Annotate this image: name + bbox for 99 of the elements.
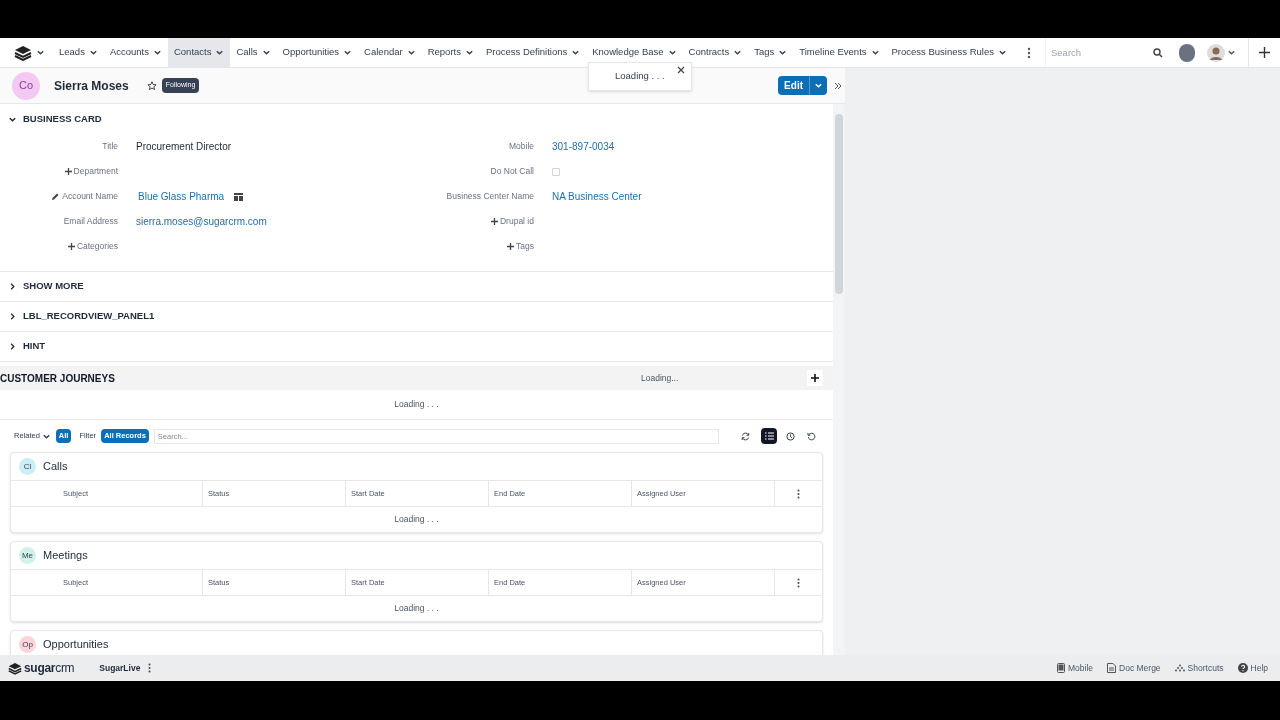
field-value: Procurement Director bbox=[136, 140, 232, 154]
module-badge: Op bbox=[19, 636, 36, 653]
caret-icon bbox=[464, 48, 474, 57]
module-badge: Cl bbox=[19, 458, 36, 475]
section-title: CUSTOMER JOURNEYS bbox=[0, 371, 115, 386]
subpanel-title: Meetings bbox=[43, 548, 88, 564]
caret-icon bbox=[733, 48, 743, 57]
caret-icon bbox=[406, 48, 416, 57]
caret-icon bbox=[8, 342, 17, 351]
document-icon bbox=[1107, 663, 1117, 673]
caret-icon bbox=[667, 48, 677, 57]
caret-icon bbox=[261, 48, 271, 57]
section-header[interactable]: LBL_RECORDVIEW_PANEL1 bbox=[0, 302, 833, 332]
add-field-button[interactable]: Drupal id bbox=[490, 215, 534, 228]
add-field-button[interactable]: Department bbox=[64, 165, 118, 178]
caret-icon bbox=[997, 48, 1007, 57]
plus-icon bbox=[67, 243, 75, 251]
user-menu-button[interactable] bbox=[1206, 43, 1236, 62]
loading-text: Loading . . . bbox=[394, 513, 439, 526]
caret-icon bbox=[571, 48, 581, 57]
phone-icon bbox=[1057, 663, 1065, 673]
dots-icon bbox=[1174, 664, 1185, 672]
plus-icon bbox=[490, 218, 498, 226]
nav-tab[interactable]: Leads bbox=[53, 38, 104, 67]
caret-icon bbox=[8, 312, 17, 321]
search-icon bbox=[1152, 47, 1163, 58]
checkbox[interactable] bbox=[552, 167, 560, 176]
field-link[interactable]: NA Business Center bbox=[552, 189, 642, 204]
record-avatar: Co bbox=[12, 71, 40, 100]
plus-icon bbox=[64, 168, 72, 176]
search-field[interactable]: Search bbox=[1051, 42, 1153, 63]
add-field-button[interactable]: Categories bbox=[67, 240, 118, 253]
brand-name: sugarcrm bbox=[24, 660, 75, 677]
card-icon bbox=[234, 192, 244, 201]
status-avatar[interactable] bbox=[1178, 43, 1195, 62]
nav-tab[interactable]: Calendar bbox=[358, 38, 422, 67]
avatar-icon bbox=[1206, 43, 1225, 62]
scrollbar[interactable] bbox=[833, 104, 845, 655]
footer-link[interactable]: Shortcuts bbox=[1174, 661, 1224, 675]
add-icon[interactable] bbox=[807, 370, 823, 386]
caret-icon bbox=[215, 48, 225, 57]
nav-tab[interactable]: Opportunities bbox=[276, 38, 359, 67]
record-name: Sierra Moses bbox=[54, 77, 129, 95]
caret-icon bbox=[8, 282, 17, 291]
section-header[interactable]: SHOW MORE bbox=[0, 272, 833, 302]
loading-text: Loading... bbox=[641, 371, 679, 385]
caret-icon bbox=[814, 81, 823, 90]
nav-tab[interactable]: Contracts bbox=[682, 38, 749, 67]
nav-tab[interactable]: Contacts bbox=[167, 38, 231, 67]
caret-icon bbox=[870, 48, 880, 57]
field-label: Business Center Name bbox=[446, 190, 534, 203]
plus-icon bbox=[507, 243, 515, 251]
section-header[interactable]: HINT bbox=[0, 332, 833, 362]
field-label: Do Not Call bbox=[490, 165, 534, 178]
nav-tab[interactable]: Knowledge Base bbox=[586, 38, 683, 67]
caret-icon bbox=[152, 48, 162, 57]
edit-button[interactable]: Edit bbox=[778, 76, 827, 95]
more-icon[interactable] bbox=[797, 577, 800, 588]
collapse-icon[interactable] bbox=[834, 82, 842, 90]
nav-tab[interactable]: Process Definitions bbox=[479, 38, 587, 67]
nav-tab[interactable]: Accounts bbox=[103, 38, 168, 67]
list-view-icon[interactable] bbox=[761, 428, 777, 444]
star-icon[interactable] bbox=[146, 80, 157, 91]
footer-link[interactable]: Help bbox=[1237, 661, 1268, 675]
logo-icon bbox=[14, 44, 32, 61]
caret-icon bbox=[343, 48, 353, 57]
add-field-button[interactable]: Tags bbox=[507, 240, 534, 253]
caret-icon bbox=[36, 48, 45, 57]
field-link[interactable]: sierra.moses@sugarcrm.com bbox=[136, 214, 267, 229]
logo-icon bbox=[8, 661, 22, 675]
field-link[interactable]: 301-897-0034 bbox=[552, 139, 615, 154]
sugarlive-button[interactable]: SugarLive bbox=[99, 661, 141, 675]
footer-link[interactable]: Mobile bbox=[1057, 661, 1094, 675]
refresh-icon[interactable] bbox=[741, 431, 750, 441]
toast-text: Loading . . . bbox=[615, 69, 665, 84]
field-link[interactable]: Blue Glass Pharma bbox=[138, 189, 225, 204]
loading-text: Loading . . . bbox=[394, 398, 439, 411]
section-header[interactable]: BUSINESS CARD bbox=[0, 104, 833, 134]
caret-icon bbox=[1226, 48, 1236, 57]
more-icon[interactable] bbox=[148, 663, 152, 673]
field-label: Title bbox=[102, 140, 118, 153]
nav-tab[interactable]: Tags bbox=[748, 38, 794, 67]
nav-tab[interactable]: Reports bbox=[421, 38, 480, 67]
module-badge: Me bbox=[19, 547, 36, 564]
field-label: Account Name bbox=[62, 190, 118, 203]
caret-icon bbox=[778, 48, 788, 57]
close-icon[interactable] bbox=[677, 66, 685, 74]
caret-icon bbox=[88, 48, 98, 57]
nav-tab[interactable]: Timeline Events bbox=[793, 38, 886, 67]
more-icon[interactable] bbox=[797, 488, 800, 499]
subpanel-title: Calls bbox=[43, 459, 68, 475]
subpanel-title: Opportunities bbox=[43, 637, 109, 653]
field-label: Email Address bbox=[63, 215, 118, 228]
nav-tab[interactable]: Process Business Rules bbox=[885, 38, 1013, 67]
loading-text: Loading . . . bbox=[394, 602, 439, 615]
help-icon bbox=[1237, 663, 1248, 673]
nav-tab[interactable]: Calls bbox=[230, 38, 277, 67]
footer-link[interactable]: Doc Merge bbox=[1107, 661, 1161, 675]
field-label: Mobile bbox=[508, 140, 534, 153]
